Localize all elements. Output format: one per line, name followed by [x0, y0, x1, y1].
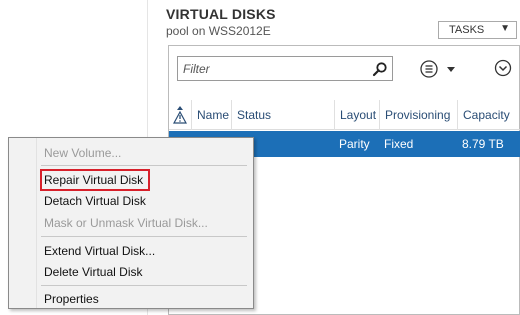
menu-separator	[41, 285, 247, 286]
menu-item-detach-virtual-disk[interactable]: Detach Virtual Disk	[43, 191, 146, 211]
menu-item-delete-virtual-disk[interactable]: Delete Virtual Disk	[43, 262, 142, 282]
menu-item-new-volume: New Volume...	[44, 146, 122, 160]
list-options-icon	[420, 60, 438, 78]
tasks-dropdown-button[interactable]: TASKS ▼	[438, 21, 517, 39]
column-header-status[interactable]: Status	[231, 100, 334, 130]
view-options-button[interactable]	[419, 59, 461, 79]
menu-separator	[41, 165, 247, 166]
menu-item-mask-unmask-virtual-disk: Mask or Unmask Virtual Disk...	[44, 216, 208, 230]
table-header: Name Status Layout Provisioning Capacity	[169, 100, 520, 130]
cell-capacity: 8.79 TB	[462, 137, 504, 151]
menu-item-properties[interactable]: Properties	[43, 289, 99, 309]
menu-separator	[41, 236, 247, 237]
cell-provisioning: Fixed	[384, 137, 414, 151]
column-header-name[interactable]: Name	[191, 100, 231, 130]
filter-box	[177, 56, 393, 81]
context-menu: New Volume... Repair Virtual Disk Detach…	[8, 137, 254, 309]
section-subtitle: pool on WSS2012E	[166, 24, 271, 38]
warning-sort-icon	[172, 106, 188, 124]
menu-item-extend-virtual-disk[interactable]: Extend Virtual Disk...	[43, 241, 155, 261]
dropdown-arrow-icon: ▼	[500, 23, 510, 34]
column-header-capacity[interactable]: Capacity	[457, 100, 520, 130]
menu-icon-gutter	[9, 138, 37, 308]
highlight-annotation-box	[40, 169, 150, 191]
warning-column-header[interactable]	[169, 100, 191, 130]
column-header-provisioning[interactable]: Provisioning	[379, 100, 457, 130]
search-icon[interactable]	[372, 61, 388, 77]
chevron-down-icon	[447, 67, 455, 72]
column-header-layout[interactable]: Layout	[334, 100, 379, 130]
section-title: VIRTUAL DISKS	[166, 6, 276, 22]
tasks-label: TASKS	[449, 24, 485, 36]
cell-layout: Parity	[339, 137, 370, 151]
filter-input[interactable]	[179, 58, 369, 79]
collapse-section-icon[interactable]	[494, 59, 512, 77]
